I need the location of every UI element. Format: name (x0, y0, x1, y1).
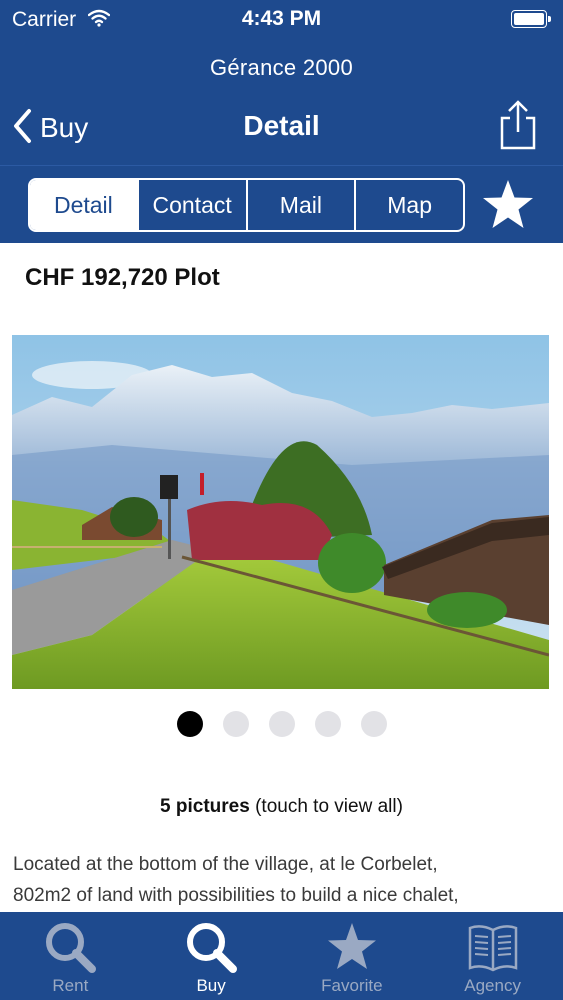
screen: Carrier 4:43 PM Gérance 2000 Buy Detail … (0, 0, 563, 1000)
segmented-control: Detail Contact Mail Map (28, 178, 465, 232)
page-dot[interactable] (176, 711, 203, 737)
tab-label: Buy (196, 976, 226, 995)
favorite-star-button[interactable] (480, 178, 536, 232)
nav-divider (0, 165, 563, 166)
tab-agency[interactable]: Agency (422, 912, 563, 1000)
photo-hint: (touch to view all) (255, 796, 403, 817)
segment-mail[interactable]: Mail (248, 180, 357, 230)
battery-icon (511, 10, 551, 28)
tab-label: Favorite (321, 976, 383, 995)
listing-price-title: CHF 192,720 Plot (25, 264, 220, 291)
share-button[interactable] (496, 100, 540, 152)
star-icon (325, 920, 379, 979)
description-line: 802m2 of land with possibilities to buil… (13, 885, 459, 906)
view-pictures-link[interactable]: 5 pictures (touch to view all) (0, 796, 563, 818)
tab-bar: Rent Buy Favorite Agency (0, 912, 563, 1000)
share-icon (496, 100, 540, 156)
tab-buy[interactable]: Buy (141, 912, 282, 1000)
star-icon (480, 180, 536, 236)
segment-contact[interactable]: Contact (139, 180, 248, 230)
page-dot[interactable] (314, 711, 341, 737)
tab-rent[interactable]: Rent (0, 912, 141, 1000)
listing-photo[interactable] (12, 335, 549, 689)
book-icon (466, 920, 520, 979)
page-dot[interactable] (268, 711, 295, 737)
search-icon (43, 920, 97, 979)
segment-detail[interactable]: Detail (30, 180, 139, 230)
tab-label: Rent (52, 976, 89, 995)
clock: 4:43 PM (241, 7, 322, 30)
listing-description: Located at the bottom of the village, at… (13, 849, 543, 911)
description-line: Located at the bottom of the village, at… (13, 854, 438, 875)
status-bar: Carrier 4:43 PM (0, 0, 563, 40)
page-dot[interactable] (222, 711, 249, 737)
photo-count: 5 pictures (160, 796, 250, 817)
segment-map[interactable]: Map (356, 180, 463, 230)
tab-label: Agency (464, 976, 521, 995)
tab-favorite[interactable]: Favorite (282, 912, 423, 1000)
page-title: Detail (243, 110, 320, 141)
agency-name: Gérance 2000 (209, 55, 354, 80)
header: Carrier 4:43 PM Gérance 2000 Buy Detail … (0, 0, 563, 243)
photo-page-indicator (0, 711, 563, 737)
search-icon (184, 920, 238, 979)
page-dot[interactable] (360, 711, 387, 737)
